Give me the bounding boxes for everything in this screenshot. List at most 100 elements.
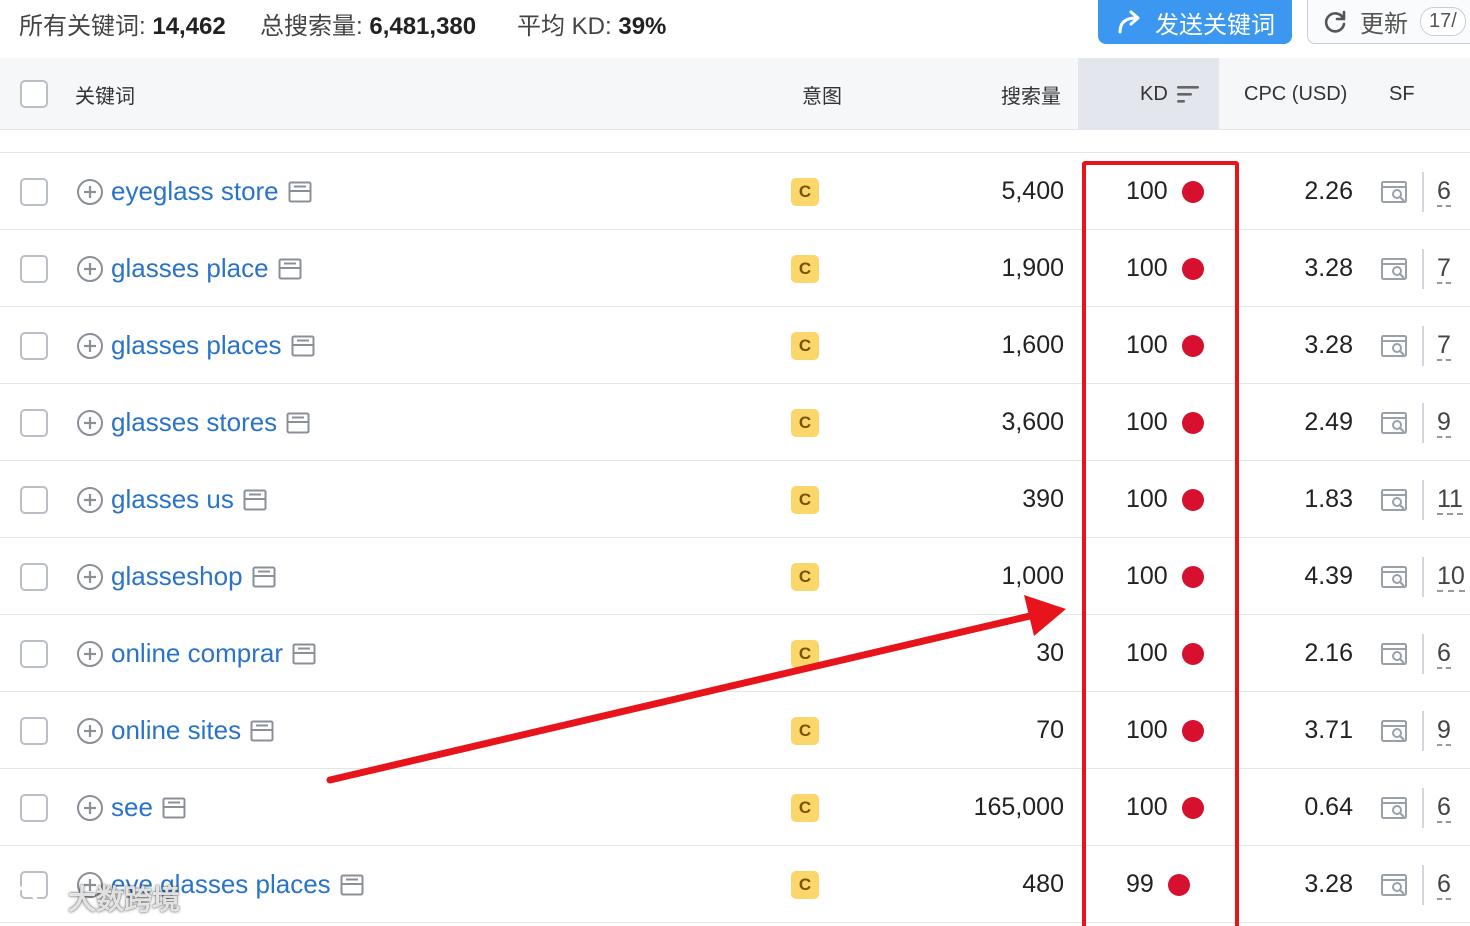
plus-circle-icon[interactable]	[76, 178, 104, 206]
search-preview-icon[interactable]	[1380, 256, 1410, 282]
row-checkbox[interactable]	[20, 639, 48, 668]
serp-snapshot-icon[interactable]	[292, 643, 316, 665]
intent-badge[interactable]: C	[791, 870, 819, 899]
keyword-link[interactable]: online sites	[111, 715, 241, 746]
keyword-link[interactable]: eyeglass store	[111, 176, 279, 207]
intent-badge[interactable]: C	[791, 639, 819, 668]
refresh-button[interactable]: 更新 17/	[1307, 0, 1470, 44]
keyword-link[interactable]: glasses place	[111, 253, 269, 284]
plus-circle-icon[interactable]	[76, 255, 104, 283]
search-preview-icon[interactable]	[1380, 564, 1410, 590]
row-checkbox[interactable]	[20, 562, 48, 591]
send-keywords-label: 发送关键词	[1155, 11, 1275, 39]
plus-circle-icon[interactable]	[76, 409, 104, 437]
search-preview-icon[interactable]	[1380, 333, 1410, 359]
serp-snapshot-icon[interactable]	[252, 566, 276, 588]
serp-snapshot-icon[interactable]	[291, 335, 315, 357]
plus-circle-icon[interactable]	[76, 332, 104, 360]
sf-count[interactable]: 6	[1437, 177, 1451, 207]
sort-desc-icon	[1176, 86, 1199, 103]
intent-badge[interactable]: C	[791, 331, 819, 360]
intent-badge[interactable]: C	[791, 408, 819, 437]
intent-badge[interactable]: C	[791, 485, 819, 514]
row-checkbox[interactable]	[20, 716, 48, 745]
kd-cell: 100	[1126, 307, 1204, 384]
column-header-kd[interactable]: KD	[1140, 58, 1202, 130]
plus-circle-icon[interactable]	[76, 486, 104, 514]
search-preview-icon[interactable]	[1380, 718, 1410, 744]
sf-cell: 9	[1380, 692, 1451, 769]
keyword-link[interactable]: glasses us	[111, 484, 234, 515]
plus-circle-icon[interactable]	[76, 640, 104, 668]
serp-snapshot-icon[interactable]	[162, 797, 186, 819]
keyword-link[interactable]: glasses places	[111, 330, 282, 361]
search-preview-icon[interactable]	[1380, 179, 1410, 205]
column-header-cpc[interactable]: CPC (USD)	[1244, 58, 1347, 130]
intent-badge[interactable]: C	[791, 562, 819, 591]
search-preview-icon[interactable]	[1380, 410, 1410, 436]
kd-value: 100	[1126, 331, 1168, 359]
column-header-sf[interactable]: SF	[1389, 58, 1415, 130]
kd-value: 100	[1126, 793, 1168, 821]
serp-snapshot-icon[interactable]	[288, 181, 312, 203]
cpc-value: 3.71	[1304, 716, 1353, 744]
sf-count[interactable]: 7	[1437, 331, 1451, 361]
intent-badge[interactable]: C	[791, 254, 819, 283]
kd-difficulty-dot	[1167, 873, 1190, 896]
sf-count[interactable]: 11	[1437, 485, 1463, 515]
serp-snapshot-icon[interactable]	[286, 412, 310, 434]
serp-snapshot-icon[interactable]	[243, 489, 267, 511]
row-checkbox[interactable]	[20, 254, 48, 283]
plus-circle-icon[interactable]	[76, 717, 104, 745]
cpc-value: 1.83	[1304, 485, 1353, 513]
share-arrow-icon	[1118, 10, 1140, 34]
sf-count[interactable]: 6	[1437, 639, 1451, 669]
column-header-keyword[interactable]: 关键词	[75, 58, 135, 130]
total-volume-stat: 总搜索量: 6,481,380	[260, 6, 476, 41]
plus-circle-icon[interactable]	[76, 563, 104, 591]
search-preview-icon[interactable]	[1380, 641, 1410, 667]
intent-badge[interactable]: C	[791, 716, 819, 745]
row-checkbox[interactable]	[20, 408, 48, 437]
keyword-link[interactable]: glasseshop	[111, 561, 243, 592]
kd-cell: 100	[1126, 615, 1204, 692]
search-preview-icon[interactable]	[1380, 795, 1410, 821]
search-preview-icon[interactable]	[1380, 487, 1410, 513]
volume-value: 1,000	[1001, 562, 1064, 590]
row-checkbox[interactable]	[20, 793, 48, 822]
row-checkbox[interactable]	[20, 331, 48, 360]
table-row: eyeglass store C 5,400 100 2.26 6	[0, 153, 1470, 230]
keyword-cell: glasses place	[76, 230, 302, 307]
keyword-link[interactable]: online comprar	[111, 638, 283, 669]
sf-count[interactable]: 7	[1437, 254, 1451, 284]
column-header-intent[interactable]: 意图	[802, 58, 842, 130]
kd-difficulty-dot	[1181, 488, 1204, 511]
sf-count[interactable]: 6	[1437, 870, 1451, 900]
sf-count[interactable]: 6	[1437, 793, 1451, 823]
search-preview-icon[interactable]	[1380, 872, 1410, 898]
row-checkbox[interactable]	[20, 177, 48, 206]
sf-divider	[1422, 556, 1424, 597]
plus-circle-icon[interactable]	[76, 794, 104, 822]
sf-count[interactable]: 9	[1437, 408, 1451, 438]
keyword-link[interactable]: glasses stores	[111, 407, 277, 438]
refresh-count-badge: 17/	[1420, 7, 1466, 36]
select-all-checkbox[interactable]	[20, 80, 48, 108]
serp-snapshot-icon[interactable]	[278, 258, 302, 280]
serp-snapshot-icon[interactable]	[340, 874, 364, 896]
send-keywords-button[interactable]: 发送关键词	[1098, 0, 1292, 44]
sf-divider	[1422, 402, 1424, 443]
row-checkbox[interactable]	[20, 485, 48, 514]
serp-snapshot-icon[interactable]	[250, 720, 274, 742]
sf-divider	[1422, 633, 1424, 674]
sf-count[interactable]: 10	[1437, 562, 1465, 592]
column-header-volume[interactable]: 搜索量	[1001, 58, 1061, 130]
sf-count[interactable]: 9	[1437, 716, 1451, 746]
intent-badge[interactable]: C	[791, 177, 819, 206]
sf-cell: 6	[1380, 769, 1451, 846]
table-row: online sites C 70 100 3.71 9	[0, 692, 1470, 769]
volume-value: 165,000	[973, 793, 1064, 821]
keyword-link[interactable]: see	[111, 792, 153, 823]
intent-badge[interactable]: C	[791, 793, 819, 822]
total-volume-value: 6,481,380	[369, 13, 477, 40]
